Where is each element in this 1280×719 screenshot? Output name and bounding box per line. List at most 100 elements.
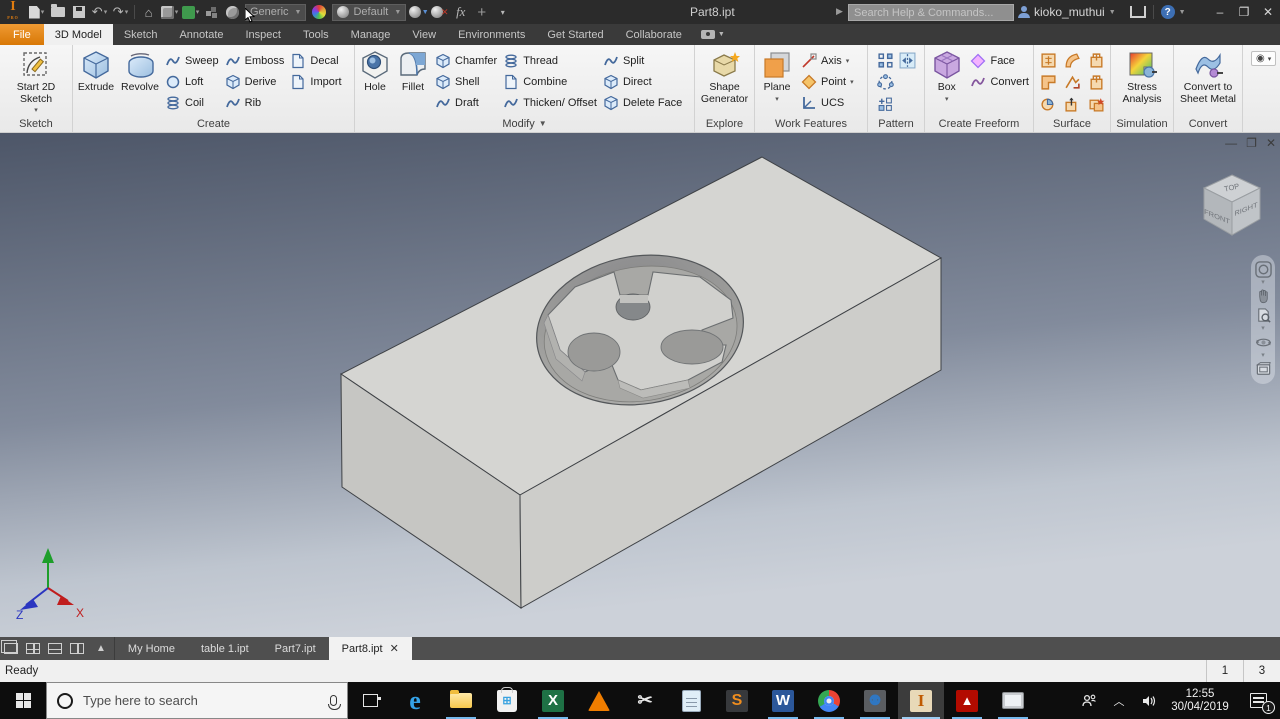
- tab-get-started[interactable]: Get Started: [536, 24, 614, 45]
- tab-inspect[interactable]: Inspect: [235, 24, 292, 45]
- start-button[interactable]: [0, 682, 46, 719]
- doc-tab-part8[interactable]: Part8.ipt ✕: [328, 637, 412, 660]
- surface-tool-8-button[interactable]: [1061, 94, 1084, 115]
- taskbar-monitor-app[interactable]: [990, 682, 1036, 719]
- expand-panel-icon[interactable]: ▲: [96, 643, 106, 654]
- taskbar-vlc[interactable]: [576, 682, 622, 719]
- shape-generator-button[interactable]: Shape Generator: [696, 48, 753, 105]
- surface-tool-1-button[interactable]: [1037, 50, 1060, 71]
- surface-tool-2-button[interactable]: [1061, 50, 1084, 71]
- extrude-button[interactable]: Extrude: [74, 48, 118, 94]
- doc-close-button[interactable]: ✕: [1266, 136, 1276, 150]
- adjust-appearance-button[interactable]: ▼: [408, 2, 429, 22]
- microphone-icon[interactable]: [328, 695, 341, 710]
- help-icon[interactable]: ?: [1160, 5, 1175, 19]
- taskbar-chrome[interactable]: [806, 682, 852, 719]
- component-button[interactable]: [201, 2, 222, 22]
- island-right-bore[interactable]: [660, 329, 724, 365]
- ucs-button[interactable]: UCS: [798, 92, 857, 113]
- draft-button[interactable]: Draft: [432, 92, 500, 113]
- save-button[interactable]: [68, 2, 89, 22]
- minimize-button[interactable]: –: [1208, 0, 1232, 24]
- doc-tab-table1[interactable]: table 1.ipt: [188, 637, 262, 660]
- thread-button[interactable]: Thread: [500, 50, 600, 71]
- decal-button[interactable]: Decal: [287, 50, 344, 71]
- surface-tool-9-button[interactable]: [1085, 94, 1108, 115]
- arrange-horizontal-icon[interactable]: [48, 643, 62, 654]
- start-2d-sketch-button[interactable]: Start 2D Sketch ▾: [5, 48, 67, 117]
- emboss-button[interactable]: Emboss: [222, 50, 288, 71]
- rectangular-pattern-button[interactable]: [875, 50, 896, 71]
- rib-button[interactable]: Rib: [222, 92, 288, 113]
- sweep-button[interactable]: Sweep: [162, 50, 222, 71]
- undo-button[interactable]: ↶ ▾: [89, 2, 110, 22]
- tile-windows-icon[interactable]: [26, 643, 40, 654]
- import-button[interactable]: Import: [287, 71, 344, 92]
- freeform-face-button[interactable]: Face: [967, 50, 1032, 71]
- convert-to-sheet-metal-button[interactable]: Convert to Sheet Metal: [1175, 48, 1241, 105]
- app-store-cart-icon[interactable]: [1129, 6, 1146, 18]
- taskbar-inventor[interactable]: I: [898, 682, 944, 719]
- 3d-scene[interactable]: Z X: [0, 133, 1280, 637]
- direct-button[interactable]: Direct: [600, 71, 685, 92]
- revolve-button[interactable]: Revolve: [118, 48, 162, 94]
- tab-view[interactable]: View: [401, 24, 447, 45]
- panel-label-modify[interactable]: Modify ▼: [355, 115, 694, 132]
- shell-button[interactable]: Shell: [432, 71, 500, 92]
- surface-tool-3-button[interactable]: [1085, 50, 1108, 71]
- tab-3d-model[interactable]: 3D Model: [43, 24, 113, 45]
- tab-environments[interactable]: Environments: [447, 24, 536, 45]
- hole-button[interactable]: Hole: [356, 48, 394, 94]
- navigation-wheel-icon[interactable]: [1255, 261, 1272, 278]
- render-button[interactable]: ▾: [159, 2, 180, 22]
- chevron-down-icon[interactable]: ▾: [1261, 325, 1265, 332]
- tab-annotate[interactable]: Annotate: [168, 24, 234, 45]
- combine-button[interactable]: Combine: [500, 71, 600, 92]
- surface-tool-5-button[interactable]: [1061, 72, 1084, 93]
- people-button[interactable]: [1074, 682, 1104, 719]
- loft-button[interactable]: Loft: [162, 71, 222, 92]
- plane-button[interactable]: Plane ▾: [756, 48, 798, 105]
- freeform-box-button[interactable]: Box ▾: [926, 48, 967, 105]
- show-hidden-icons-button[interactable]: ︿: [1104, 682, 1134, 719]
- doc-restore-button[interactable]: ❐: [1246, 136, 1257, 150]
- help-search-input[interactable]: [848, 4, 1014, 21]
- home-view-button[interactable]: ⌂: [138, 2, 159, 22]
- chevron-down-icon[interactable]: ▾: [1261, 352, 1265, 359]
- cascade-windows-icon[interactable]: [1, 640, 18, 654]
- return-button[interactable]: ▾: [180, 2, 201, 22]
- taskbar-word[interactable]: W: [760, 682, 806, 719]
- customize-qat-button[interactable]: ▾: [492, 2, 513, 22]
- inventor-logo[interactable]: I PRO: [0, 0, 26, 24]
- ribbon-collapse-button[interactable]: ◉ ▾: [1251, 51, 1277, 66]
- tab-tools[interactable]: Tools: [292, 24, 340, 45]
- appearance-dropdown[interactable]: Default ▼: [332, 3, 407, 21]
- taskbar-excel[interactable]: X: [530, 682, 576, 719]
- pan-icon[interactable]: [1255, 288, 1272, 305]
- doc-tab-my-home[interactable]: My Home: [115, 637, 188, 660]
- taskbar-file-explorer[interactable]: [438, 682, 484, 719]
- chamfer-button[interactable]: Chamfer: [432, 50, 500, 71]
- parameters-button[interactable]: fx: [450, 2, 471, 22]
- surface-tool-6-button[interactable]: [1085, 72, 1108, 93]
- material-browser-button[interactable]: [222, 2, 243, 22]
- taskbar-autodesk-app[interactable]: ⚉: [852, 682, 898, 719]
- thicken-offset-button[interactable]: Thicken/ Offset: [500, 92, 600, 113]
- new-file-button[interactable]: ▾: [26, 2, 47, 22]
- tab-sketch[interactable]: Sketch: [113, 24, 169, 45]
- clock[interactable]: 12:55 30/04/2019: [1164, 688, 1236, 714]
- model-viewport[interactable]: Z X — ❐ ✕ TOP FRONT RIGHT ▾ ▾ ▾: [0, 133, 1280, 637]
- coil-button[interactable]: Coil: [162, 92, 222, 113]
- circular-pattern-button[interactable]: [875, 72, 896, 93]
- volume-button[interactable]: [1134, 682, 1164, 719]
- open-button[interactable]: [47, 2, 68, 22]
- action-center-button[interactable]: 1: [1236, 682, 1280, 719]
- screenshot-tool-button[interactable]: ▼: [700, 24, 725, 45]
- surface-tool-7-button[interactable]: [1037, 94, 1060, 115]
- point-button[interactable]: Point ▾: [798, 71, 857, 92]
- arrange-vertical-icon[interactable]: [70, 643, 84, 654]
- mirror-button[interactable]: [897, 50, 918, 71]
- close-tab-icon[interactable]: ✕: [390, 642, 399, 655]
- tab-collaborate[interactable]: Collaborate: [615, 24, 693, 45]
- derive-button[interactable]: Derive: [222, 71, 288, 92]
